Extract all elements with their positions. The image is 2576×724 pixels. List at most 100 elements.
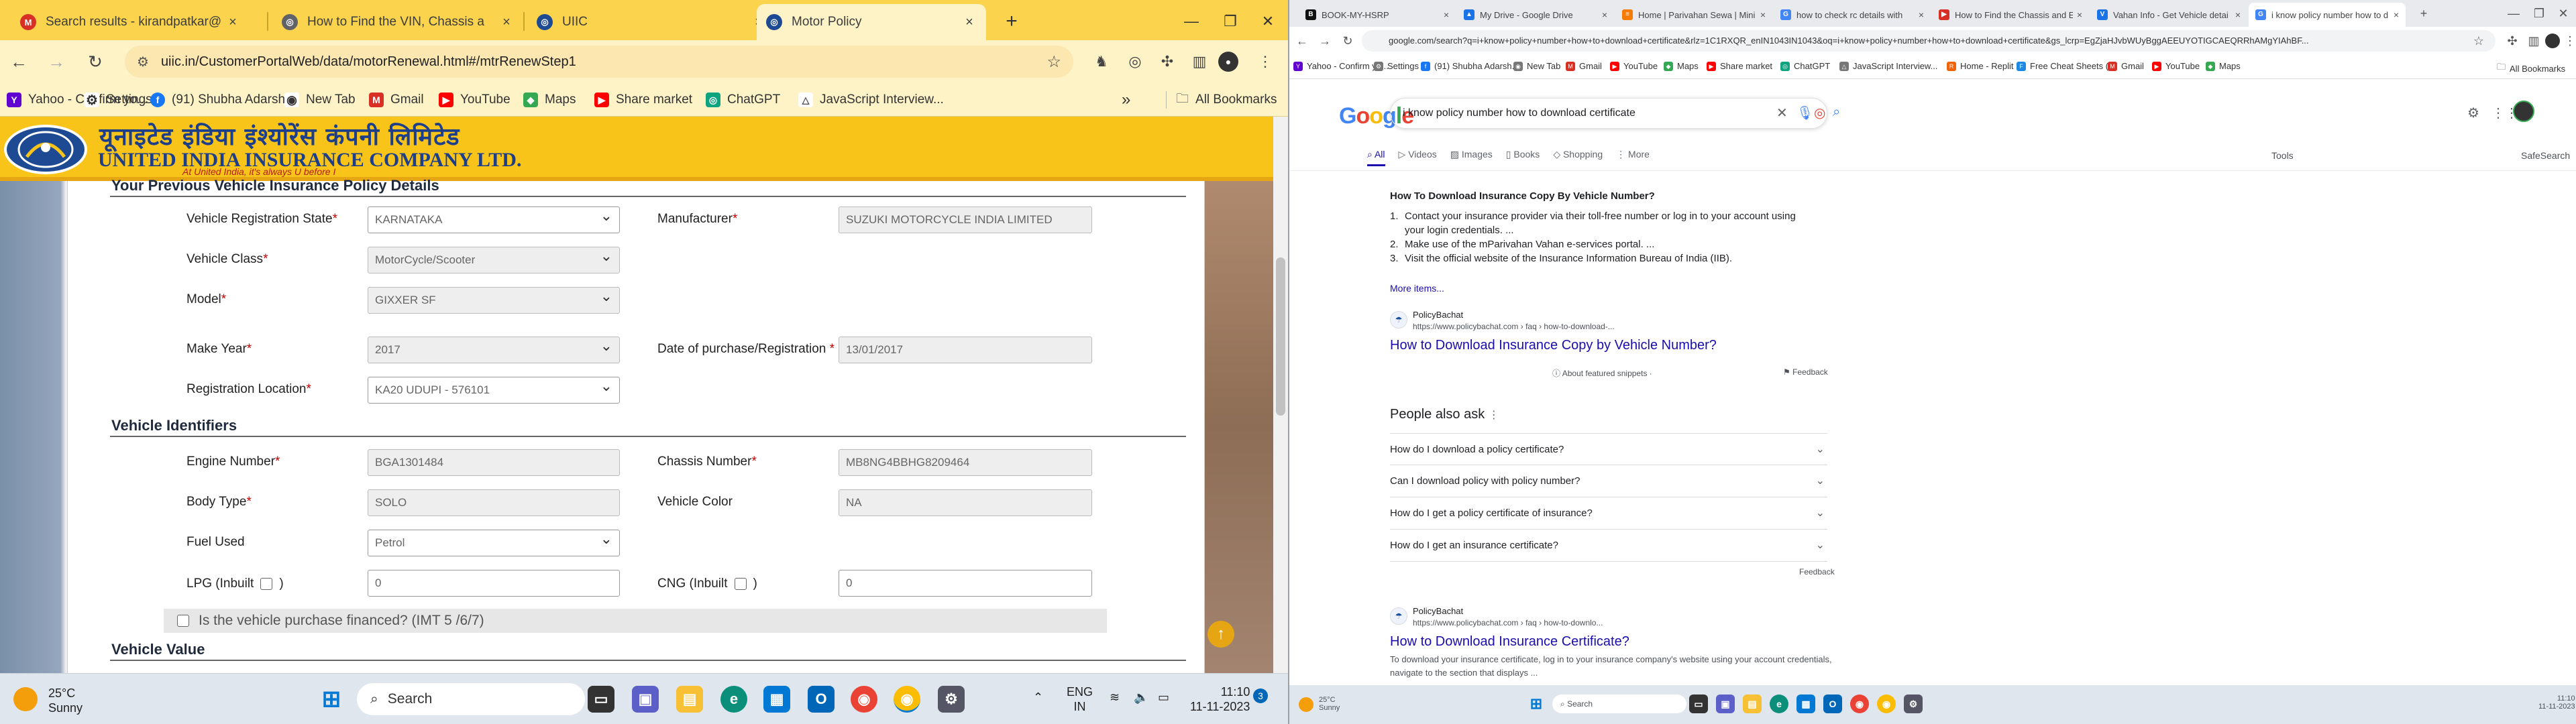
tab-images[interactable]: ▨ Images xyxy=(1450,149,1493,166)
menu-icon[interactable]: ⋮ xyxy=(1252,48,1279,75)
start-windows-icon[interactable]: ⊞ xyxy=(1527,695,1546,713)
close-icon[interactable]: × xyxy=(1444,9,1449,20)
close-icon[interactable]: × xyxy=(1919,9,1924,20)
engine-number-field[interactable]: BGA1301484 xyxy=(368,449,620,476)
new-tab-button[interactable]: + xyxy=(998,8,1025,35)
close-icon[interactable]: × xyxy=(225,15,240,29)
forward-button[interactable]: → xyxy=(1316,32,1334,50)
more-bookmarks-chevron-icon[interactable]: » xyxy=(1122,90,1130,109)
cng-field[interactable]: 0 xyxy=(839,570,1092,597)
close-icon[interactable]: × xyxy=(962,15,977,29)
notification-badge[interactable]: 3 xyxy=(1253,688,1268,703)
outlook-icon[interactable]: O xyxy=(1823,695,1842,713)
close-icon[interactable]: × xyxy=(1760,9,1766,20)
scroll-top-icon[interactable]: ↑ xyxy=(1208,621,1234,648)
start-windows-icon[interactable]: ⊞ xyxy=(318,686,345,713)
clear-icon[interactable]: ✕ xyxy=(1776,105,1788,121)
bookmark-item[interactable]: M Gmail xyxy=(369,91,424,109)
result-title-link[interactable]: How to Download Insurance Certificate? xyxy=(1390,634,1629,650)
lpg-checkbox[interactable] xyxy=(260,577,273,590)
clock[interactable]: 11:10 11-11-2023 xyxy=(2538,695,2575,711)
make-year-select[interactable]: 2017 xyxy=(368,337,620,363)
reg-state-select[interactable]: KARNATAKA xyxy=(368,206,620,233)
tab-gmail[interactable]: M Search results - kirandpatkar@ × xyxy=(11,4,250,40)
bookmark-item[interactable]: ▶ Share market xyxy=(1707,61,1772,71)
bookmark-item[interactable]: ▶ YouTube xyxy=(439,91,511,109)
minimize-button[interactable]: — xyxy=(2505,5,2522,22)
model-select[interactable]: GIXXER SF xyxy=(368,287,620,314)
bookmark-item[interactable]: ◆ Maps xyxy=(523,91,576,109)
chrome-icon[interactable]: ◉ xyxy=(1850,695,1869,713)
store-icon[interactable]: ▦ xyxy=(1796,695,1815,713)
weather-icon[interactable] xyxy=(1299,697,1313,712)
task-view-icon[interactable]: ▭ xyxy=(1689,695,1708,713)
chrome-active-icon[interactable]: ◉ xyxy=(894,686,920,713)
tab-hsrp[interactable]: B BOOK-MY-HSRP × xyxy=(1299,3,1456,27)
cng-checkbox[interactable] xyxy=(734,577,747,590)
purchase-date-field[interactable]: 13/01/2017 xyxy=(839,337,1092,363)
bookmark-item[interactable]: F Free Cheat Sheets (... xyxy=(2017,61,2116,71)
reload-button[interactable]: ↻ xyxy=(82,48,109,75)
profile-avatar[interactable] xyxy=(2545,34,2560,48)
bookmark-item[interactable]: ▶ YouTube xyxy=(1610,61,1658,71)
edge-icon[interactable]: e xyxy=(1770,695,1788,713)
bookmark-item[interactable]: ◎ ChatGPT xyxy=(706,91,780,109)
teams-icon[interactable]: ▣ xyxy=(632,686,659,713)
financed-row[interactable]: Is the vehicle purchase financed? (IMT 5… xyxy=(164,609,1107,633)
search-input[interactable]: i know policy number how to download cer… xyxy=(1390,98,1827,129)
fuel-select[interactable]: Petrol xyxy=(368,530,620,556)
tab-drive[interactable]: ▲ My Drive - Google Drive × xyxy=(1457,3,1614,27)
tab-parivahan[interactable]: ≡ Home | Parivahan Sewa | Mini × xyxy=(1615,3,1772,27)
bookmark-item[interactable]: f (91) Shubha Adarsh... xyxy=(150,91,296,109)
teams-icon[interactable]: ▣ xyxy=(1716,695,1735,713)
tab-more[interactable]: ⋮ More xyxy=(1616,149,1650,166)
bookmark-item[interactable]: △ JavaScript Interview... xyxy=(798,91,944,109)
volume-icon[interactable]: 🔈 xyxy=(1134,690,1148,705)
bookmark-item[interactable]: ◉ New Tab xyxy=(284,91,356,109)
about-featured-snippets[interactable]: ⓘ About featured snippets · xyxy=(1552,367,1652,379)
tab-google-rc[interactable]: Ghow to check rc details with × xyxy=(1774,3,1931,27)
scrollbar-thumb[interactable] xyxy=(1276,257,1285,416)
all-bookmarks[interactable]: 🗀 All Bookmarks xyxy=(2497,61,2565,76)
settings-icon[interactable]: ⚙ xyxy=(938,686,965,713)
wifi-icon[interactable]: ≋ xyxy=(1110,690,1120,705)
extensions-puzzle-icon[interactable]: ✣ xyxy=(2504,32,2521,50)
forward-button[interactable]: → xyxy=(43,48,70,75)
bookmark-item[interactable]: M Gmail xyxy=(1566,61,1602,71)
site-info-icon[interactable]: ⚙ xyxy=(137,54,149,70)
all-bookmarks[interactable]: 🗀 All Bookmarks xyxy=(1166,91,1277,109)
tray-chevron-icon[interactable]: ⌃ xyxy=(1033,690,1043,705)
address-bar[interactable]: google.com/search?q=i+know+policy+number… xyxy=(1362,30,2496,52)
tab-shopping[interactable]: ◇ Shopping xyxy=(1553,149,1603,166)
paa-question[interactable]: Can I download policy with policy number… xyxy=(1390,465,1827,497)
new-tab-button[interactable]: + xyxy=(2415,5,2432,22)
store-icon[interactable]: ▦ xyxy=(763,686,790,713)
close-window-button[interactable]: ✕ xyxy=(2555,5,2572,22)
taskbar-search[interactable]: ⌕ Search xyxy=(357,683,585,715)
search-icon[interactable]: ⌕ xyxy=(1833,105,1840,120)
paa-question[interactable]: How do I get an insurance certificate? ⌄ xyxy=(1390,530,1827,562)
extensions-puzzle-icon[interactable]: ✣ xyxy=(1154,48,1181,75)
reload-button[interactable]: ↻ xyxy=(1339,32,1356,50)
bookmark-item[interactable]: ◉ New Tab xyxy=(1513,61,1560,71)
mic-icon[interactable]: 🎙 xyxy=(1796,105,1813,121)
bookmark-item[interactable]: ◆ Maps xyxy=(2206,61,2241,71)
close-icon[interactable]: × xyxy=(2077,9,2082,20)
tab-google-search[interactable]: Gi know policy number how to d × xyxy=(2249,3,2406,27)
close-icon[interactable]: × xyxy=(2235,9,2241,20)
profile-avatar[interactable]: ● xyxy=(1218,52,1238,72)
menu-icon[interactable]: ⋮ xyxy=(2561,32,2576,50)
file-explorer-icon[interactable]: ▤ xyxy=(1743,695,1762,713)
tab-vahan-info[interactable]: V Vahan Info - Get Vehicle detai × xyxy=(2090,3,2247,27)
close-icon[interactable]: × xyxy=(2394,9,2399,20)
tab-vin-article[interactable]: ◎ How to Find the VIN, Chassis a × xyxy=(272,4,523,40)
bookmark-item[interactable]: R Home - Replit xyxy=(1947,61,2013,71)
tab-youtube-chassis[interactable]: ▶ How to Find the Chassis and E × xyxy=(1932,3,2089,27)
bookmark-item[interactable]: ◆ Maps xyxy=(1664,61,1699,71)
settings-icon[interactable]: ⚙ xyxy=(2467,105,2479,121)
maximize-button[interactable]: ❐ xyxy=(2530,5,2548,22)
taskbar-search[interactable]: ⌕ Search xyxy=(1552,695,1686,713)
bookmark-star-icon[interactable]: ☆ xyxy=(1046,52,1061,72)
maximize-button[interactable]: ❐ xyxy=(1217,8,1244,35)
bookmark-item[interactable]: ▶ Share market xyxy=(594,91,692,109)
